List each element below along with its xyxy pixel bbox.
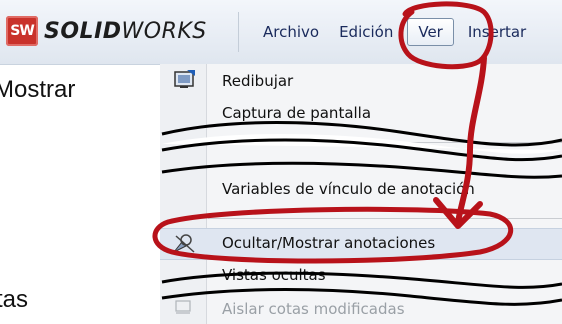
menu-tear-lines <box>161 121 562 306</box>
